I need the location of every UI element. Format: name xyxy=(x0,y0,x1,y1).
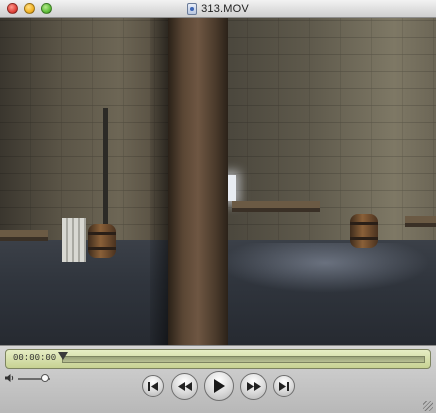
video-radiator xyxy=(62,218,86,262)
video-bench xyxy=(405,216,436,227)
current-time: 00:00:00 xyxy=(13,353,57,363)
video-wooden-pillar xyxy=(168,18,228,345)
movie-document-icon[interactable] xyxy=(187,2,198,15)
fast-forward-icon xyxy=(246,382,261,391)
title-bar[interactable]: 313.MOV xyxy=(0,0,436,18)
play-button[interactable] xyxy=(204,371,234,401)
control-bar: 00:00:00 xyxy=(0,345,436,413)
play-icon xyxy=(213,379,225,393)
video-bench xyxy=(232,201,320,212)
volume-slider-knob[interactable] xyxy=(41,374,50,382)
video-frame[interactable] xyxy=(0,18,436,345)
video-barrel xyxy=(88,224,116,258)
time-display: 00:00:00 xyxy=(5,349,431,369)
playhead-icon[interactable] xyxy=(58,352,68,360)
video-floor-reflection xyxy=(220,243,430,293)
skip-forward-icon xyxy=(279,381,289,391)
skip-back-icon xyxy=(148,381,158,391)
title-group: 313.MOV xyxy=(0,0,436,17)
video-barrel xyxy=(350,214,378,248)
rewind-button[interactable] xyxy=(171,373,198,400)
scrub-bar[interactable] xyxy=(62,356,425,363)
go-to-start-button[interactable] xyxy=(142,375,164,397)
rewind-icon xyxy=(177,382,192,391)
resize-grip[interactable] xyxy=(423,401,433,411)
window-title: 313.MOV xyxy=(201,2,249,15)
speaker-icon[interactable] xyxy=(5,373,15,383)
go-to-end-button[interactable] xyxy=(273,375,295,397)
video-bench xyxy=(0,230,48,241)
video-pipe xyxy=(103,108,108,226)
quicktime-player-window: 313.MOV 00:00:00 xyxy=(0,0,436,413)
fast-forward-button[interactable] xyxy=(240,373,267,400)
